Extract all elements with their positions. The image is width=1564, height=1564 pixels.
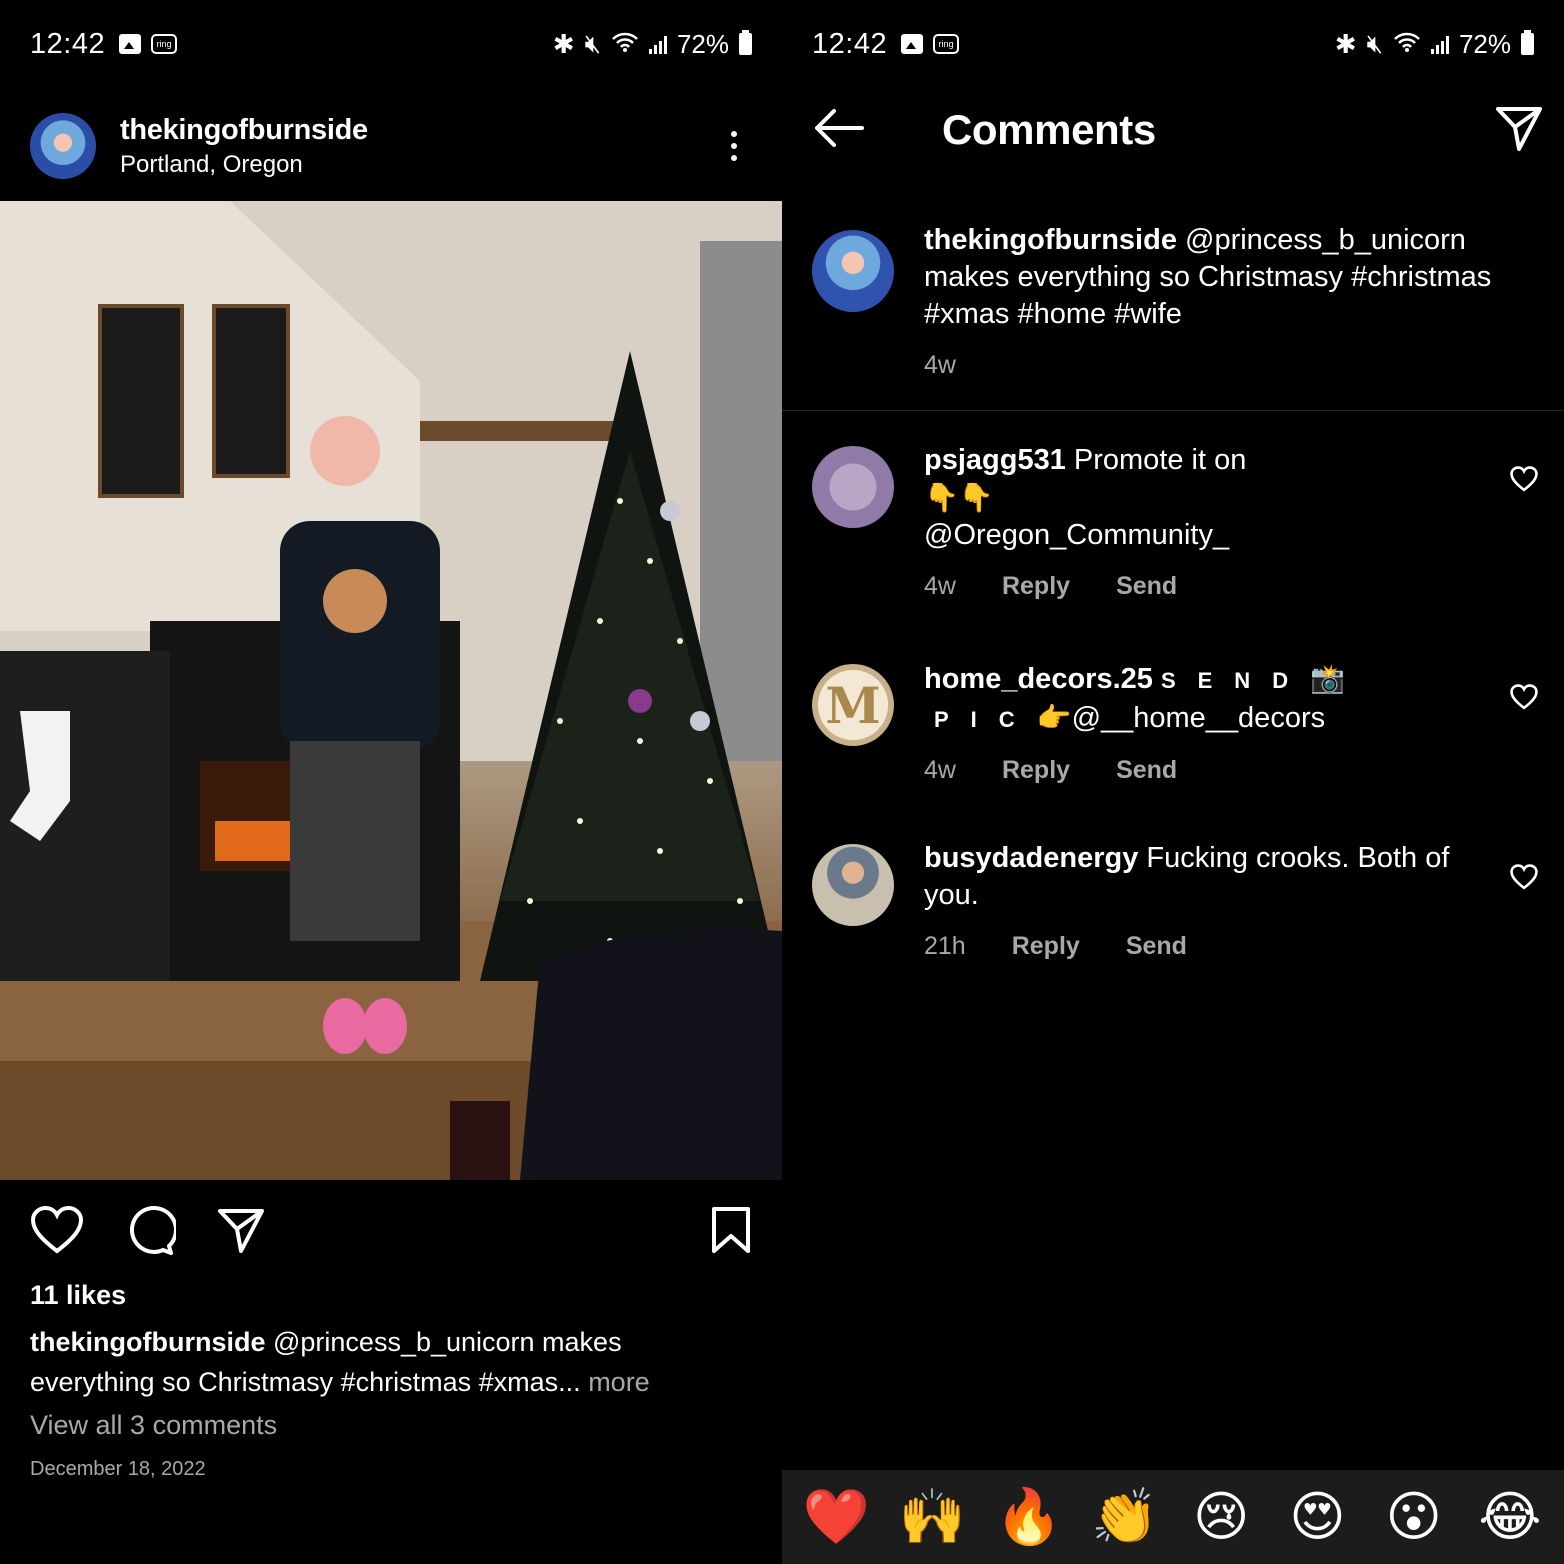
- comment-mention[interactable]: @Oregon_Community_: [924, 519, 1229, 551]
- like-comment-heart-icon[interactable]: [1504, 442, 1544, 605]
- like-count[interactable]: 11 likes: [30, 1280, 126, 1311]
- signal-icon: [648, 34, 667, 54]
- wifi-icon: [1393, 29, 1421, 60]
- page-title: Comments: [942, 106, 1156, 153]
- comment-text: Promote it on: [1065, 444, 1247, 476]
- send-button[interactable]: Send: [1126, 928, 1187, 965]
- post-caption: thekingofburnside @princess_b_unicorn ma…: [30, 1322, 742, 1402]
- reaction-crying-face[interactable]: 😢: [1181, 1470, 1261, 1564]
- commenter-avatar[interactable]: [812, 844, 894, 926]
- caption-age: 4w: [924, 351, 956, 379]
- battery-percent: 72%: [1458, 28, 1511, 59]
- post-author-username[interactable]: thekingofburnside: [120, 114, 368, 147]
- reaction-clapping-hands[interactable]: 👏: [1085, 1470, 1165, 1564]
- post-date: December 18, 2022: [30, 1458, 206, 1480]
- commenter-avatar[interactable]: M: [812, 664, 894, 746]
- comment-username[interactable]: home_decors.25: [924, 663, 1153, 695]
- caption-ellipsis: ...: [558, 1367, 589, 1397]
- comment-item: M home_decors.25 SEND📸 PIC👉@__home__deco…: [812, 660, 1544, 789]
- caption-username[interactable]: thekingofburnside: [924, 224, 1177, 256]
- heart-icon[interactable]: [30, 1205, 84, 1255]
- battery-icon: [739, 30, 752, 55]
- post-author-avatar[interactable]: [30, 113, 96, 179]
- comment-age: 4w: [924, 572, 956, 600]
- gallery-notification-icon: [119, 34, 142, 54]
- comment-emoji: 👇👇: [924, 481, 994, 514]
- pointing-emoji: 👉: [1036, 701, 1072, 734]
- reaction-tears-of-joy[interactable]: 😂: [1470, 1470, 1550, 1564]
- status-bar: 12:42 ring ✱ 🔇︎ 72%: [0, 0, 782, 88]
- like-comment-heart-icon[interactable]: [1504, 660, 1544, 789]
- post-screen: 12:42 ring ✱ 🔇︎ 72% thekingofburnside Po…: [0, 0, 782, 1564]
- reaction-heart-eyes[interactable]: 😍: [1277, 1470, 1357, 1564]
- comment-icon[interactable]: [124, 1204, 176, 1256]
- status-bar: 12:42 ring ✱ 🔇︎ 72%: [782, 0, 1564, 88]
- post-location[interactable]: Portland, Oregon: [120, 151, 368, 179]
- comment-mention[interactable]: @__home__decors: [1072, 702, 1326, 734]
- signal-icon: [1430, 34, 1449, 54]
- camera-emoji: 📸: [1310, 662, 1345, 695]
- like-comment-heart-icon[interactable]: [1504, 840, 1544, 965]
- comment-item: busydadenergy Fucking crooks. Both of yo…: [812, 840, 1544, 965]
- comments-header: Comments: [812, 92, 1544, 168]
- ring-notification-icon: ring: [933, 34, 960, 54]
- divider: [782, 410, 1564, 411]
- share-icon[interactable]: [1494, 103, 1544, 158]
- post-photo[interactable]: [0, 201, 782, 1180]
- quick-reaction-bar: ❤️ 🙌 🔥 👏 😢 😍 😮 😂: [782, 1470, 1564, 1564]
- commenter-avatar[interactable]: [812, 446, 894, 528]
- reaction-red-heart[interactable]: ❤️: [796, 1470, 876, 1564]
- send-button[interactable]: Send: [1116, 568, 1177, 605]
- comment-item: psjagg531 Promote it on 👇👇 @Oregon_Commu…: [812, 442, 1544, 605]
- ring-notification-icon: ring: [151, 34, 178, 54]
- mute-icon: 🔇︎: [584, 28, 601, 58]
- comment-spaced-text: SEND: [1160, 668, 1311, 693]
- reaction-raising-hands[interactable]: 🙌: [892, 1470, 972, 1564]
- comment-spaced-text-2: PIC: [934, 707, 1037, 732]
- comments-screen: 12:42 ring ✱ 🔇︎ 72% Comments thekingofbu…: [782, 0, 1564, 1564]
- comment-age: 4w: [924, 756, 956, 784]
- back-arrow-icon[interactable]: [812, 108, 866, 153]
- battery-icon: [1521, 30, 1534, 55]
- bluetooth-icon: ✱: [1334, 28, 1357, 59]
- mute-icon: 🔇︎: [1366, 28, 1383, 58]
- view-all-comments-link[interactable]: View all 3 comments: [30, 1410, 277, 1441]
- bookmark-icon[interactable]: [710, 1206, 752, 1254]
- reaction-surprised-face[interactable]: 😮: [1374, 1470, 1454, 1564]
- gallery-notification-icon: [901, 34, 924, 54]
- bluetooth-icon: ✱: [552, 28, 575, 59]
- reply-button[interactable]: Reply: [1002, 752, 1070, 789]
- battery-percent: 72%: [676, 28, 729, 59]
- post-action-bar: [30, 1200, 752, 1260]
- reply-button[interactable]: Reply: [1002, 568, 1070, 605]
- caption-username[interactable]: thekingofburnside: [30, 1327, 266, 1357]
- comment-username[interactable]: psjagg531: [924, 444, 1066, 476]
- more-options-icon[interactable]: [724, 131, 744, 161]
- post-header: thekingofburnside Portland, Oregon: [30, 108, 752, 184]
- wifi-icon: [611, 29, 639, 60]
- comment-age: 21h: [924, 932, 966, 960]
- reply-button[interactable]: Reply: [1012, 928, 1080, 965]
- post-caption-comment: thekingofburnside @princess_b_unicorn ma…: [812, 222, 1524, 412]
- status-time: 12:42: [812, 27, 888, 60]
- avatar-letter: M: [825, 675, 881, 735]
- comment-username[interactable]: busydadenergy: [924, 842, 1138, 874]
- reaction-fire[interactable]: 🔥: [989, 1470, 1069, 1564]
- status-time: 12:42: [30, 27, 106, 60]
- send-button[interactable]: Send: [1116, 752, 1177, 789]
- share-icon[interactable]: [216, 1205, 266, 1255]
- caption-more-link[interactable]: more: [588, 1367, 650, 1397]
- caption-author-avatar[interactable]: [812, 230, 894, 312]
